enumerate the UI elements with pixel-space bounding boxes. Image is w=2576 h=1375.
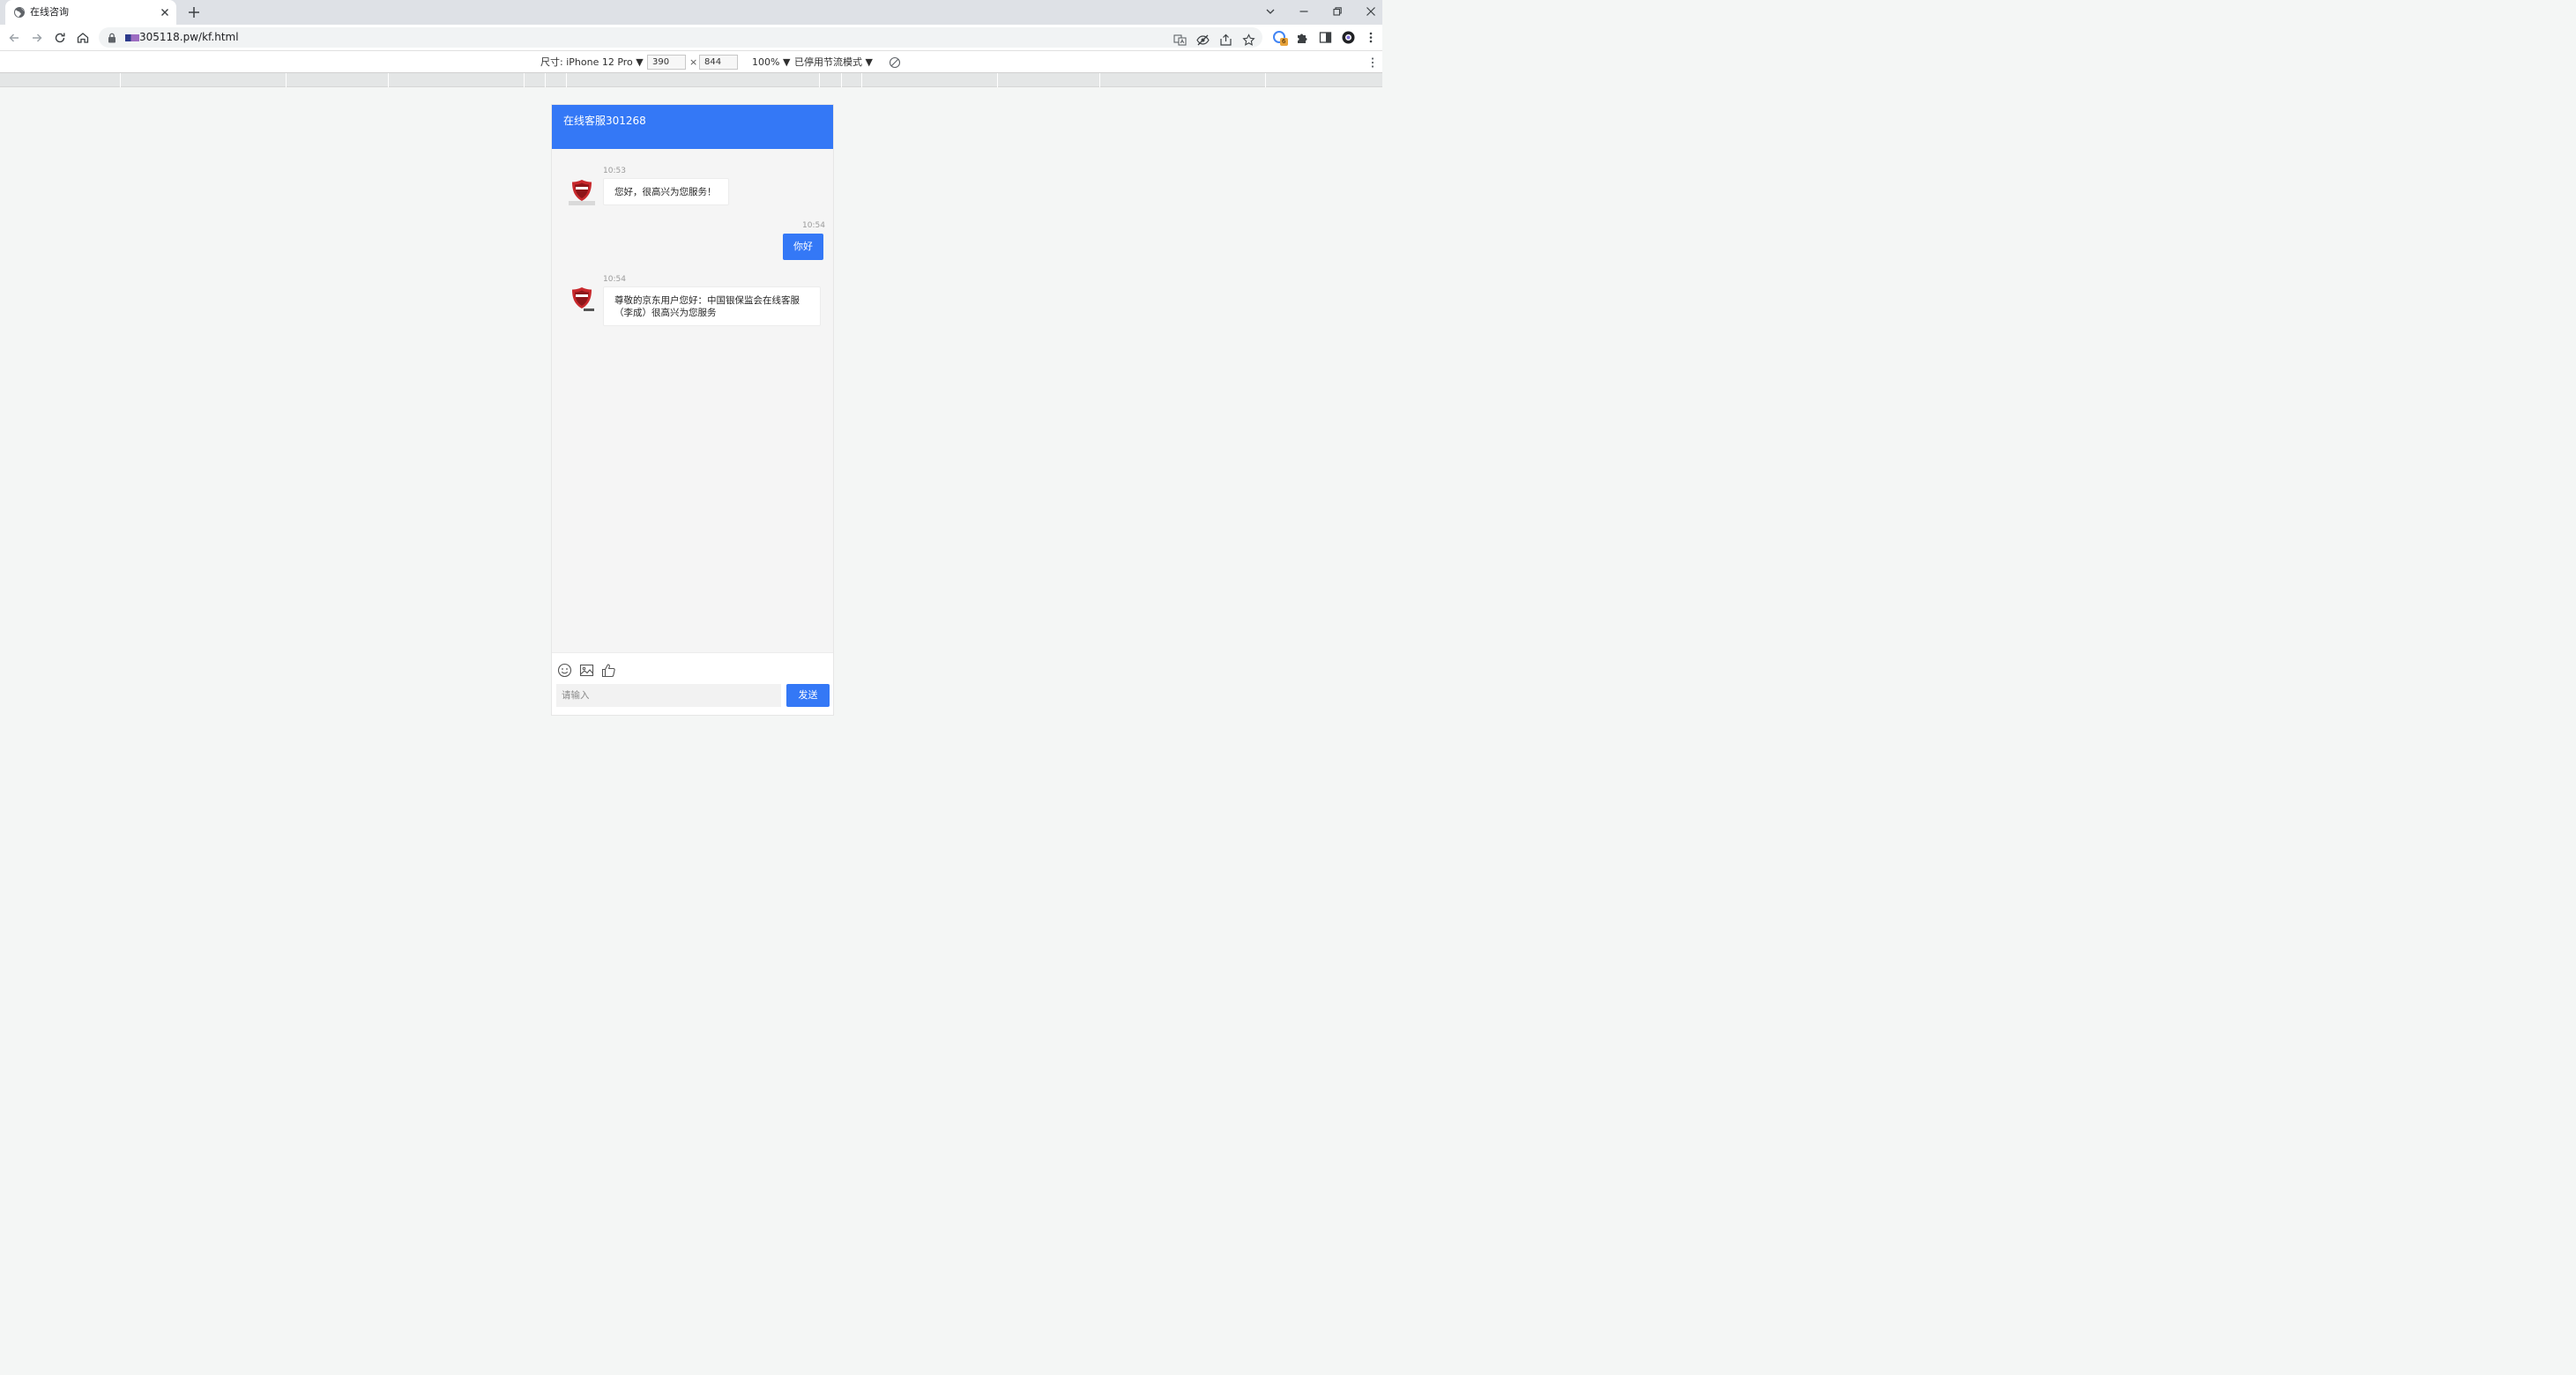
device-more-icon[interactable] [1368,56,1377,69]
mq-tick [861,73,862,87]
home-icon[interactable] [76,31,90,45]
side-panel-icon[interactable] [1319,31,1332,44]
extension-badge: 6 [1282,38,1286,45]
translate-icon[interactable] [1173,33,1187,47]
message-input[interactable] [556,684,781,707]
mq-tick [819,73,820,87]
viewport-width-input[interactable]: 390 [647,55,686,70]
puzzle-icon[interactable] [1296,31,1309,44]
forward-icon[interactable] [30,31,44,45]
agent-avatar-icon [572,287,594,311]
mq-tick [566,73,567,87]
thumbs-up-icon[interactable] [601,663,616,678]
chat-input-area: 发送 [552,652,833,715]
reload-icon[interactable] [53,31,67,45]
restore-icon[interactable] [1330,4,1344,19]
minimize-icon[interactable] [1297,4,1311,19]
device-select[interactable]: 尺寸: iPhone 12 Pro ▼ [540,56,644,68]
image-icon[interactable] [579,663,594,678]
back-icon[interactable] [7,31,21,45]
agent-message-bubble: 尊敬的京东用户您好：中国银保监会在线客服（李成）很高兴为您服务 [603,286,821,326]
rotate-icon[interactable] [889,56,901,69]
message-time: 10:54 [603,275,626,284]
globe-icon [14,7,25,18]
zoom-select[interactable]: 100% ▼ [752,56,790,68]
dimension-separator: × [689,56,698,68]
agent-avatar-icon [569,180,595,205]
mq-tick [524,73,525,87]
message-time: 10:53 [603,167,626,175]
mq-tick [388,73,389,87]
mq-tick [1099,73,1100,87]
message-text: 您好，很高兴为您服务！ [614,187,717,197]
chat-title: 在线客服301268 [563,115,646,127]
throttle-select[interactable]: 已停用节流模式 ▼ [794,56,873,68]
address-bar[interactable]: 305118.pw/kf.html [99,27,1262,48]
browser-toolbar: 305118.pw/kf.html 6 [0,25,1382,50]
media-query-bar[interactable] [0,73,1382,87]
close-window-icon[interactable] [1364,4,1378,19]
mq-tick [841,73,842,87]
mq-tick [997,73,998,87]
send-button[interactable]: 发送 [786,684,830,707]
eye-off-icon[interactable] [1196,33,1210,47]
user-message-bubble: 你好 [783,234,823,260]
device-toolbar: 尺寸: iPhone 12 Pro ▼ 390 × 844 100% ▼ 已停用… [0,50,1382,73]
viewport-height-input[interactable]: 844 [699,55,738,70]
share-icon[interactable] [1219,33,1232,47]
browser-tab-strip: 在线咨询 [0,0,1382,25]
chrome-menu-icon[interactable] [1366,31,1375,44]
browser-tab[interactable]: 在线咨询 [5,0,176,25]
emoji-icon[interactable] [557,663,572,678]
profile-avatar-icon[interactable] [1342,31,1355,44]
chat-header: 在线客服301268 [552,105,833,149]
close-tab-icon[interactable] [159,6,171,19]
mq-tick [1265,73,1266,87]
message-text: 你好 [793,241,813,252]
url-text: 305118.pw/kf.html [139,31,239,43]
mq-tick [545,73,546,87]
message-text: 尊敬的京东用户您好：中国银保监会在线客服（李成）很高兴为您服务 [614,295,800,318]
mq-tick [120,73,121,87]
message-time: 10:54 [802,221,825,230]
bookmark-star-icon[interactable] [1242,33,1255,47]
chat-page: 在线客服301268 10:53 您好，很高兴为您服务！ 10:54 你好 10… [551,104,834,716]
tab-title: 在线咨询 [30,6,69,18]
agent-message-bubble: 您好，很高兴为您服务！ [603,178,729,205]
new-tab-icon[interactable] [187,5,201,19]
mq-tick [286,73,287,87]
tab-search-icon[interactable] [1263,4,1277,19]
url-redaction-mark [125,34,139,41]
lock-icon[interactable] [108,33,116,43]
